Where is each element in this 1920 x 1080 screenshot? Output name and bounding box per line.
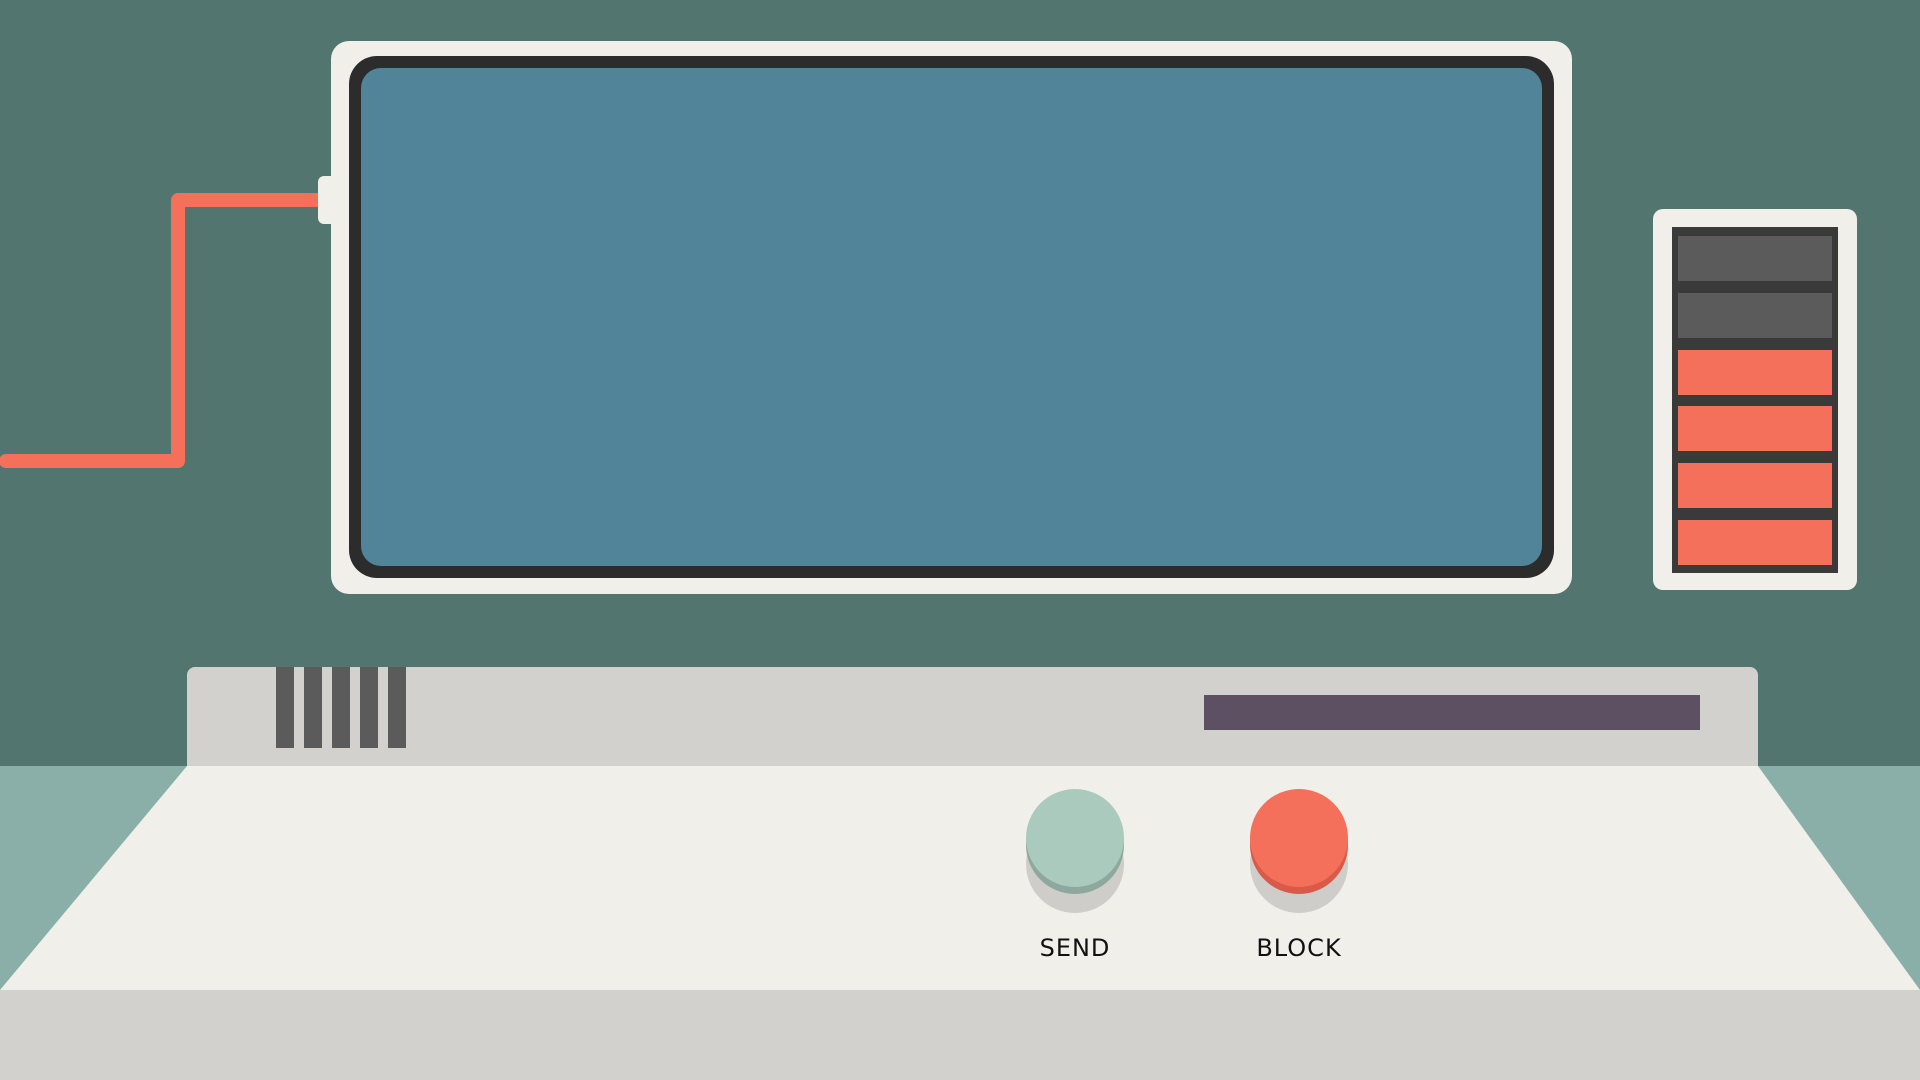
game-scene: SEND BLOCK bbox=[0, 0, 1920, 1080]
send-button-label: SEND bbox=[1039, 934, 1111, 962]
block-button-label: BLOCK bbox=[1256, 934, 1342, 962]
block-button[interactable] bbox=[1250, 789, 1348, 887]
console-front-face bbox=[0, 990, 1920, 1080]
console-desk bbox=[0, 766, 1920, 1080]
send-button[interactable] bbox=[1026, 789, 1124, 887]
